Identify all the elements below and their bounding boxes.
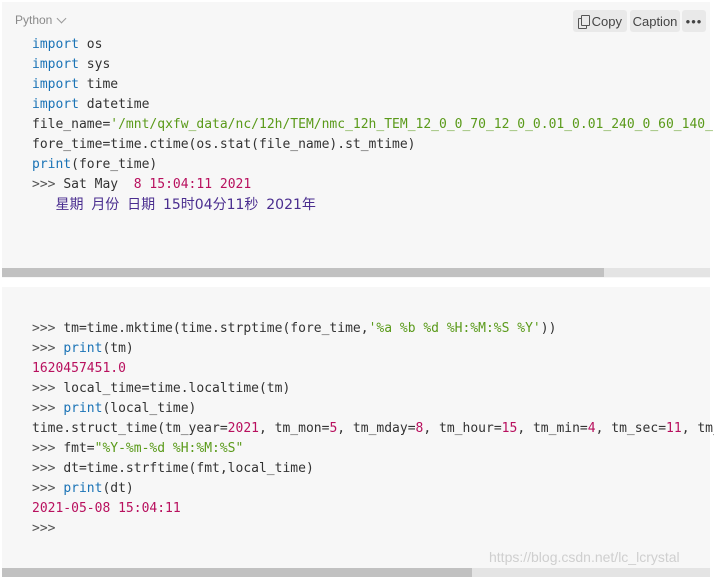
code-text: )): [540, 321, 557, 336]
code-line: fore_time=time.ctime(os.stat(file_name).…: [32, 135, 714, 155]
scrollbar-thumb[interactable]: [2, 268, 604, 277]
number-literal: 2021-05-08 15:04:11: [32, 501, 181, 516]
code-text: fore_time=time.ctime(os.stat(file_name).…: [32, 137, 416, 152]
output-text: , tm_hour=: [423, 421, 502, 436]
code-text: tm=time.mktime(time.strptime(fore_time,: [63, 321, 369, 336]
repl-prompt: >>>: [32, 481, 64, 496]
code-content-2[interactable]: >>> tm=time.mktime(time.strptime(fore_ti…: [32, 319, 714, 539]
code-text: (fore_time): [71, 157, 158, 172]
language-label: Python: [15, 13, 53, 27]
annotation-weekday: 星期: [55, 197, 84, 213]
output-text: , tm_sec=: [595, 421, 667, 436]
output-text: , tm_wda: [681, 421, 714, 436]
repl-prompt: >>>: [32, 401, 64, 416]
code-line: import time: [32, 75, 714, 95]
code-line: >>> print(tm): [32, 339, 714, 359]
keyword: print: [63, 341, 103, 356]
code-line: >>> print(dt): [32, 479, 714, 499]
horizontal-scrollbar-2[interactable]: [2, 568, 710, 577]
keyword: print: [63, 481, 103, 496]
repl-prompt: >>>: [32, 441, 64, 456]
more-icon: •••: [685, 13, 703, 29]
repl-prompt: >>>: [32, 341, 64, 356]
code-line: import os: [32, 35, 714, 55]
code-line: >>> tm=time.mktime(time.strptime(fore_ti…: [32, 319, 714, 339]
copy-label: Copy: [591, 13, 622, 29]
annotation-year: 2021年: [266, 197, 316, 213]
annotation-time: 15时04分11秒: [162, 197, 259, 213]
code-text: (dt): [102, 481, 134, 496]
keyword: print: [63, 401, 103, 416]
number-literal: 8: [133, 177, 142, 192]
copy-button[interactable]: Copy: [573, 10, 627, 32]
string-literal: "%Y-%m-%d %H:%M:%S": [94, 441, 244, 456]
caption-button[interactable]: Caption: [630, 10, 680, 32]
number-literal: 4: [587, 421, 596, 436]
output-text: , tm_mon=: [258, 421, 330, 436]
caption-label: Caption: [632, 13, 678, 29]
code-text: fmt=: [63, 441, 95, 456]
code-text: local_time=time.localtime(tm): [63, 381, 291, 396]
code-text: file_name=: [32, 117, 111, 132]
copy-icon: [578, 14, 590, 29]
keyword: import: [32, 77, 79, 92]
code-line: file_name='/mnt/qxfw_data/nc/12h/TEM/nmc…: [32, 115, 714, 135]
number-literal: 11: [666, 421, 682, 436]
code-line: >>> local_time=time.localtime(tm): [32, 379, 714, 399]
output-text: time.struct_time(tm_year=: [32, 421, 228, 436]
number-literal: 1620457451.0: [32, 361, 126, 376]
repl-prompt: >>>: [32, 321, 64, 336]
keyword: import: [32, 37, 79, 52]
annotation-month: 月份: [91, 197, 120, 213]
code-line: >>> dt=time.strftime(fmt,local_time): [32, 459, 714, 479]
code-line: >>> print(local_time): [32, 399, 714, 419]
output-line: 2021-05-08 15:04:11: [32, 499, 714, 519]
annotation-line: 星期 月份 日期 15时04分11秒 2021年: [32, 195, 714, 215]
code-text: os: [78, 37, 103, 52]
code-line: print(fore_time): [32, 155, 714, 175]
repl-prompt: >>>: [32, 381, 64, 396]
output-text: Sat May: [63, 177, 134, 192]
repl-prompt: >>>: [32, 177, 64, 192]
code-text: dt=time.strftime(fmt,local_time): [63, 461, 314, 476]
annotation-day: 日期: [127, 197, 156, 213]
code-content-1[interactable]: import os import sys import time import dat…: [32, 35, 714, 215]
more-options-button[interactable]: •••: [682, 10, 706, 32]
output-line: time.struct_time(tm_year=2021, tm_mon=5,…: [32, 419, 714, 439]
code-text: (local_time): [102, 401, 197, 416]
code-text: datetime: [78, 97, 150, 112]
output-text: , tm_mday=: [337, 421, 416, 436]
output-line: 1620457451.0: [32, 359, 714, 379]
chevron-down-icon: [56, 13, 67, 24]
watermark: https://blog.csdn.net/lc_lcrystal: [489, 549, 680, 565]
string-literal: '%a %b %d %H:%M:%S %Y': [368, 321, 541, 336]
repl-prompt: >>>: [32, 521, 56, 536]
code-text: time: [78, 77, 119, 92]
number-literal: 15: [501, 421, 518, 436]
code-line: >>> fmt="%Y-%m-%d %H:%M:%S": [32, 439, 714, 459]
keyword: import: [32, 57, 79, 72]
repl-prompt: >>>: [32, 461, 64, 476]
code-line: >>>: [32, 519, 714, 539]
language-selector[interactable]: Python: [15, 13, 67, 27]
code-text: (tm): [102, 341, 134, 356]
keyword: import: [32, 97, 79, 112]
code-text: sys: [78, 57, 111, 72]
horizontal-scrollbar-1[interactable]: [2, 268, 710, 277]
output-text: , tm_min=: [517, 421, 588, 436]
output-line: >>> Sat May 8 15:04:11 2021: [32, 175, 714, 195]
scrollbar-thumb[interactable]: [2, 568, 472, 577]
number-literal: 2021: [227, 421, 259, 436]
string-literal: '/mnt/qxfw_data/nc/12h/TEM/nmc_12h_TEM_1…: [110, 117, 714, 132]
code-line: import datetime: [32, 95, 714, 115]
code-line: import sys: [32, 55, 714, 75]
keyword: print: [32, 157, 72, 172]
number-literal: 15:04:11 2021: [149, 177, 252, 192]
